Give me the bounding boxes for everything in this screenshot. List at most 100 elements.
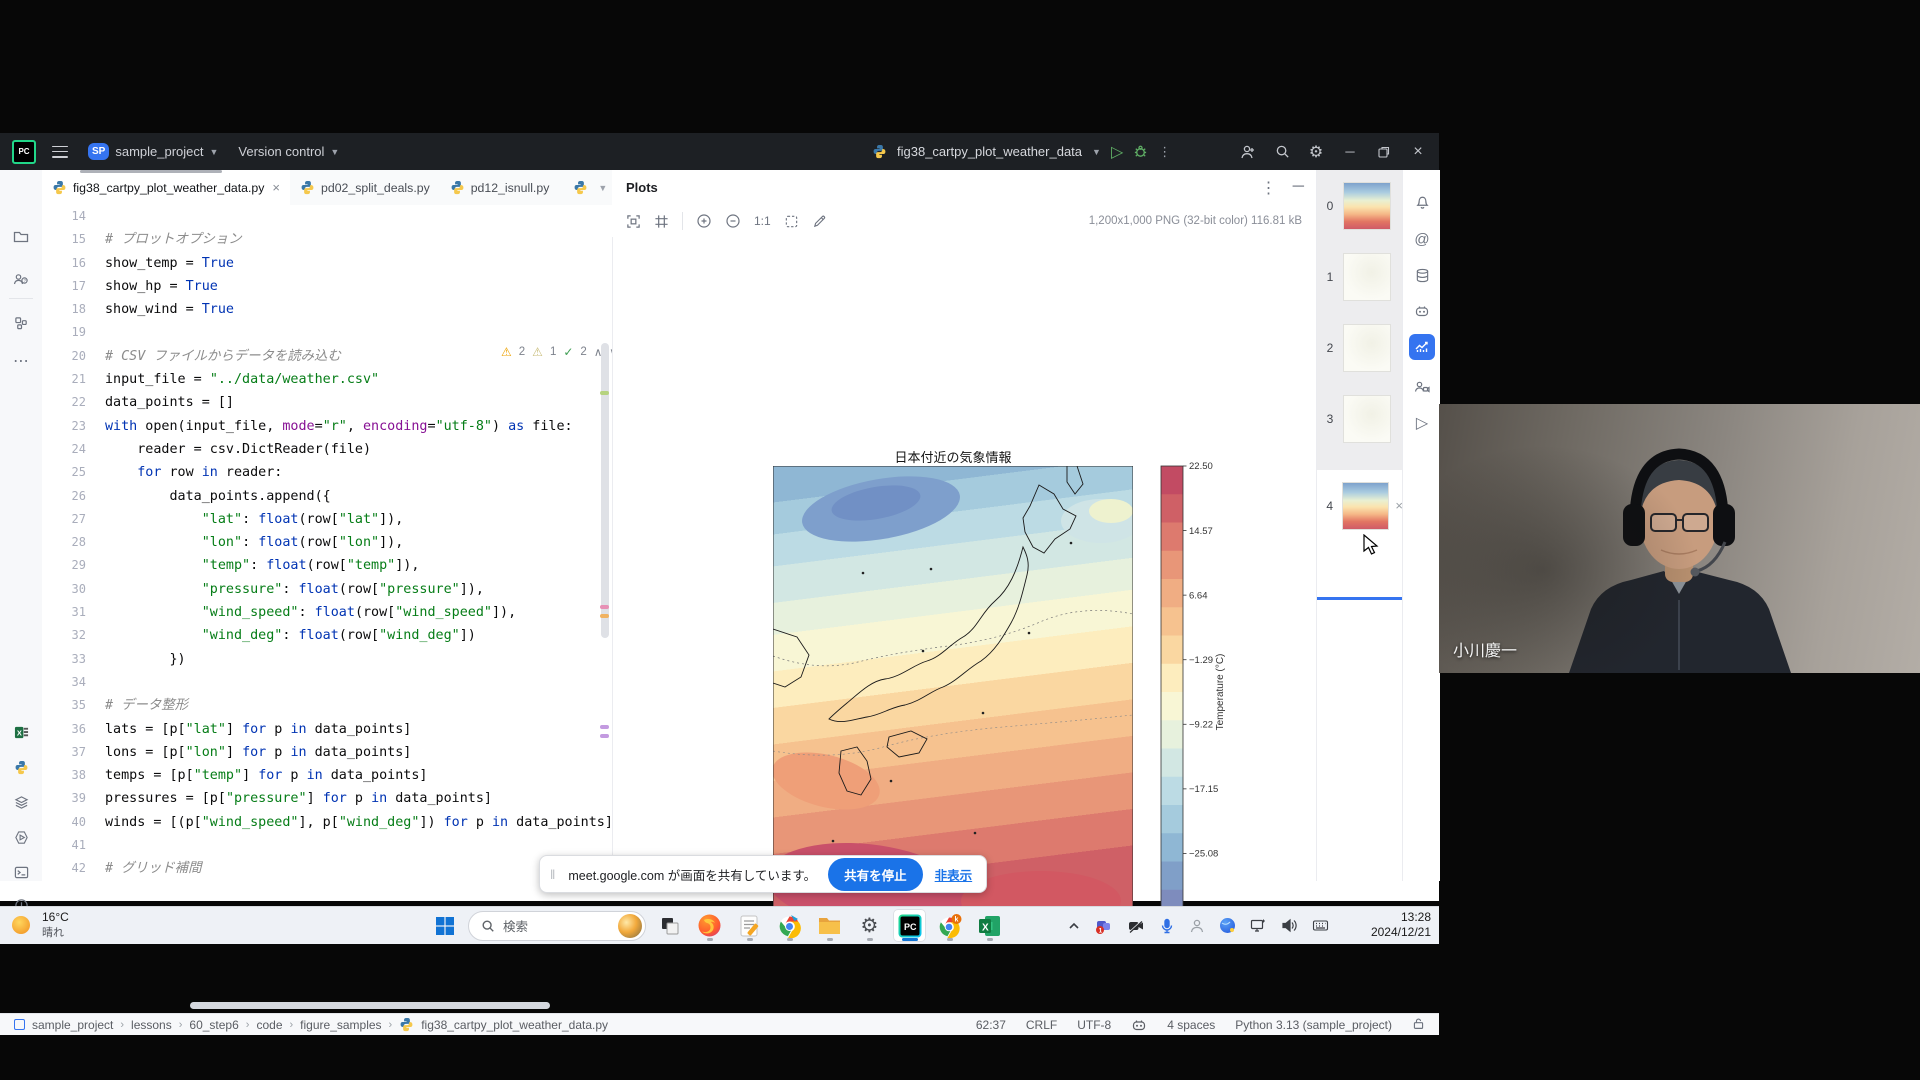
notes-app[interactable] [733, 909, 766, 942]
search-everywhere-icon[interactable] [1269, 139, 1295, 165]
person-tray-icon[interactable] [1189, 918, 1205, 934]
ai-status-icon[interactable] [1131, 1017, 1147, 1033]
main-menu-icon[interactable] [52, 146, 68, 158]
thumbnail-image[interactable] [1343, 395, 1391, 443]
thumbnail-image[interactable] [1343, 182, 1391, 230]
excel-tool-icon[interactable]: X [8, 719, 34, 745]
drag-handle-icon[interactable]: ‖ [550, 867, 556, 882]
services-layers-icon[interactable] [8, 789, 34, 815]
person-tray-icon [1189, 918, 1205, 934]
teams-tray-icon[interactable]: 1 [1095, 917, 1113, 935]
project-widget[interactable]: SP sample_project ▼ [78, 133, 228, 170]
settings-icon[interactable]: ⚙ [1303, 139, 1329, 165]
run-config-name[interactable]: fig38_cartpy_plot_weather_data [897, 144, 1082, 159]
search-daily-image[interactable] [618, 914, 642, 938]
hidden-tabs-chevron-icon[interactable]: ▼ [598, 183, 607, 193]
chrome-profile-app[interactable]: k [933, 909, 966, 942]
fit-zoom-icon[interactable] [626, 214, 641, 229]
grid-frame-icon[interactable] [654, 214, 669, 229]
chrome-share-app[interactable] [773, 909, 806, 942]
plot-thumbnail-3[interactable]: 3 [1317, 383, 1403, 454]
settings-app[interactable]: ⚙ [853, 909, 886, 942]
start-button[interactable] [428, 909, 461, 942]
editor-tab-2[interactable]: pd12_isnull.py [440, 170, 560, 205]
stop-sharing-button[interactable]: 共有を停止 [828, 858, 923, 891]
project-tool-icon[interactable] [8, 224, 34, 250]
plot-thumbnail-0[interactable]: 0 [1317, 170, 1403, 241]
hide-link[interactable]: 非表示 [935, 865, 973, 884]
close-tab-icon[interactable]: × [272, 180, 280, 195]
chevron-down-icon[interactable]: ▼ [1092, 147, 1101, 157]
run-button[interactable]: ▷ [1111, 142, 1123, 162]
run-anything-icon[interactable]: ▷ [1409, 410, 1435, 436]
display-tray-icon[interactable] [1250, 917, 1267, 934]
search-input[interactable]: 検索 [468, 911, 646, 941]
globe-tray-icon[interactable] [1219, 917, 1236, 934]
meet-camera-tray-icon[interactable] [1127, 917, 1145, 935]
tray-expand-icon[interactable] [1067, 919, 1081, 933]
speaker-tray-icon[interactable] [1281, 917, 1298, 934]
code-editor[interactable]: 1415# プロットオプション16show_temp = True17show_… [42, 205, 612, 881]
breadcrumb-item[interactable]: lessons [131, 1018, 172, 1032]
task-view-button[interactable] [653, 909, 686, 942]
more-actions-icon[interactable]: ⋮ [1158, 144, 1171, 160]
pycharm-app[interactable]: PC [893, 909, 926, 942]
edit-figure-icon[interactable] [812, 214, 827, 229]
minimize-button[interactable]: ─ [1337, 139, 1363, 165]
meeting-tool-icon[interactable] [1409, 374, 1435, 400]
breadcrumb-item[interactable]: figure_samples [300, 1018, 381, 1032]
editor-vscrollbar[interactable] [601, 343, 609, 638]
actual-size-button[interactable]: 1:1 [754, 214, 771, 228]
breadcrumb-item[interactable]: 60_step6 [189, 1018, 238, 1032]
plot-thumbnail-4[interactable]: 4× [1317, 470, 1403, 541]
plot-thumbnail-1[interactable]: 1 [1317, 241, 1403, 312]
status-item[interactable]: CRLF [1026, 1018, 1057, 1032]
status-item[interactable]: 4 spaces [1167, 1018, 1215, 1032]
chat-bot-icon[interactable] [1409, 298, 1435, 324]
editor-hscrollbar[interactable] [190, 1002, 550, 1009]
microphone-tray-icon[interactable] [1159, 918, 1175, 934]
zoom-out-icon[interactable] [725, 213, 741, 229]
plots-options-icon[interactable]: ⋮ [1261, 178, 1277, 198]
plots-tool-icon[interactable] [1409, 334, 1435, 360]
notes-app [738, 914, 762, 938]
breadcrumb-item[interactable]: sample_project [32, 1018, 113, 1032]
structure-tool-icon[interactable] [8, 310, 34, 336]
notifications-bell-icon[interactable] [1409, 188, 1435, 214]
taskbar-clock[interactable]: 13:28 2024/12/21 [1371, 910, 1431, 940]
vcs-widget[interactable]: Version control ▼ [228, 133, 349, 170]
thumbnail-image[interactable] [1343, 253, 1391, 301]
explorer-app[interactable] [813, 909, 846, 942]
close-button[interactable]: × [1405, 139, 1431, 165]
taskbar-weather-widget[interactable]: 16°C 晴れ [8, 910, 69, 940]
thumbnail-image[interactable] [1342, 482, 1389, 530]
run-tool-icon[interactable] [8, 824, 34, 850]
editor-tab-0[interactable]: fig38_cartpy_plot_weather_data.py× [42, 170, 290, 205]
zoom-in-icon[interactable] [696, 213, 712, 229]
firefox-app[interactable] [693, 909, 726, 942]
more-tools-icon[interactable]: ⋯ [8, 348, 34, 374]
breadcrumb-item[interactable]: code [256, 1018, 282, 1032]
terminal-tool-icon[interactable] [8, 859, 34, 885]
plot-thumbnail-2[interactable]: 2 [1317, 312, 1403, 383]
excel-app[interactable]: X [973, 909, 1006, 942]
lock-icon[interactable] [1412, 1017, 1425, 1033]
status-item[interactable]: Python 3.13 (sample_project) [1235, 1018, 1392, 1032]
status-item[interactable]: UTF-8 [1077, 1018, 1111, 1032]
ime-tray-icon[interactable] [1312, 917, 1329, 934]
python-packages-icon[interactable] [8, 754, 34, 780]
code-with-me-icon[interactable] [1235, 139, 1261, 165]
plots-hide-icon[interactable]: ─ [1293, 178, 1304, 198]
restore-button[interactable] [1371, 139, 1397, 165]
pull-requests-icon[interactable]: ? [8, 266, 34, 292]
zoom-in-icon [696, 213, 712, 229]
breadcrumb-item[interactable]: fig38_cartpy_plot_weather_data.py [421, 1018, 608, 1032]
database-tool-icon[interactable] [1409, 262, 1435, 288]
status-item[interactable]: 62:37 [976, 1018, 1006, 1032]
thumbnail-image[interactable] [1343, 324, 1391, 372]
editor-tab-1[interactable]: pd02_split_deals.py [290, 170, 440, 205]
ai-assistant-icon[interactable]: @ [1409, 226, 1435, 252]
debug-button[interactable] [1133, 144, 1148, 159]
region-select-icon[interactable] [784, 214, 799, 229]
breadcrumb[interactable]: sample_project›lessons›60_step6›code›fig… [0, 1017, 608, 1032]
